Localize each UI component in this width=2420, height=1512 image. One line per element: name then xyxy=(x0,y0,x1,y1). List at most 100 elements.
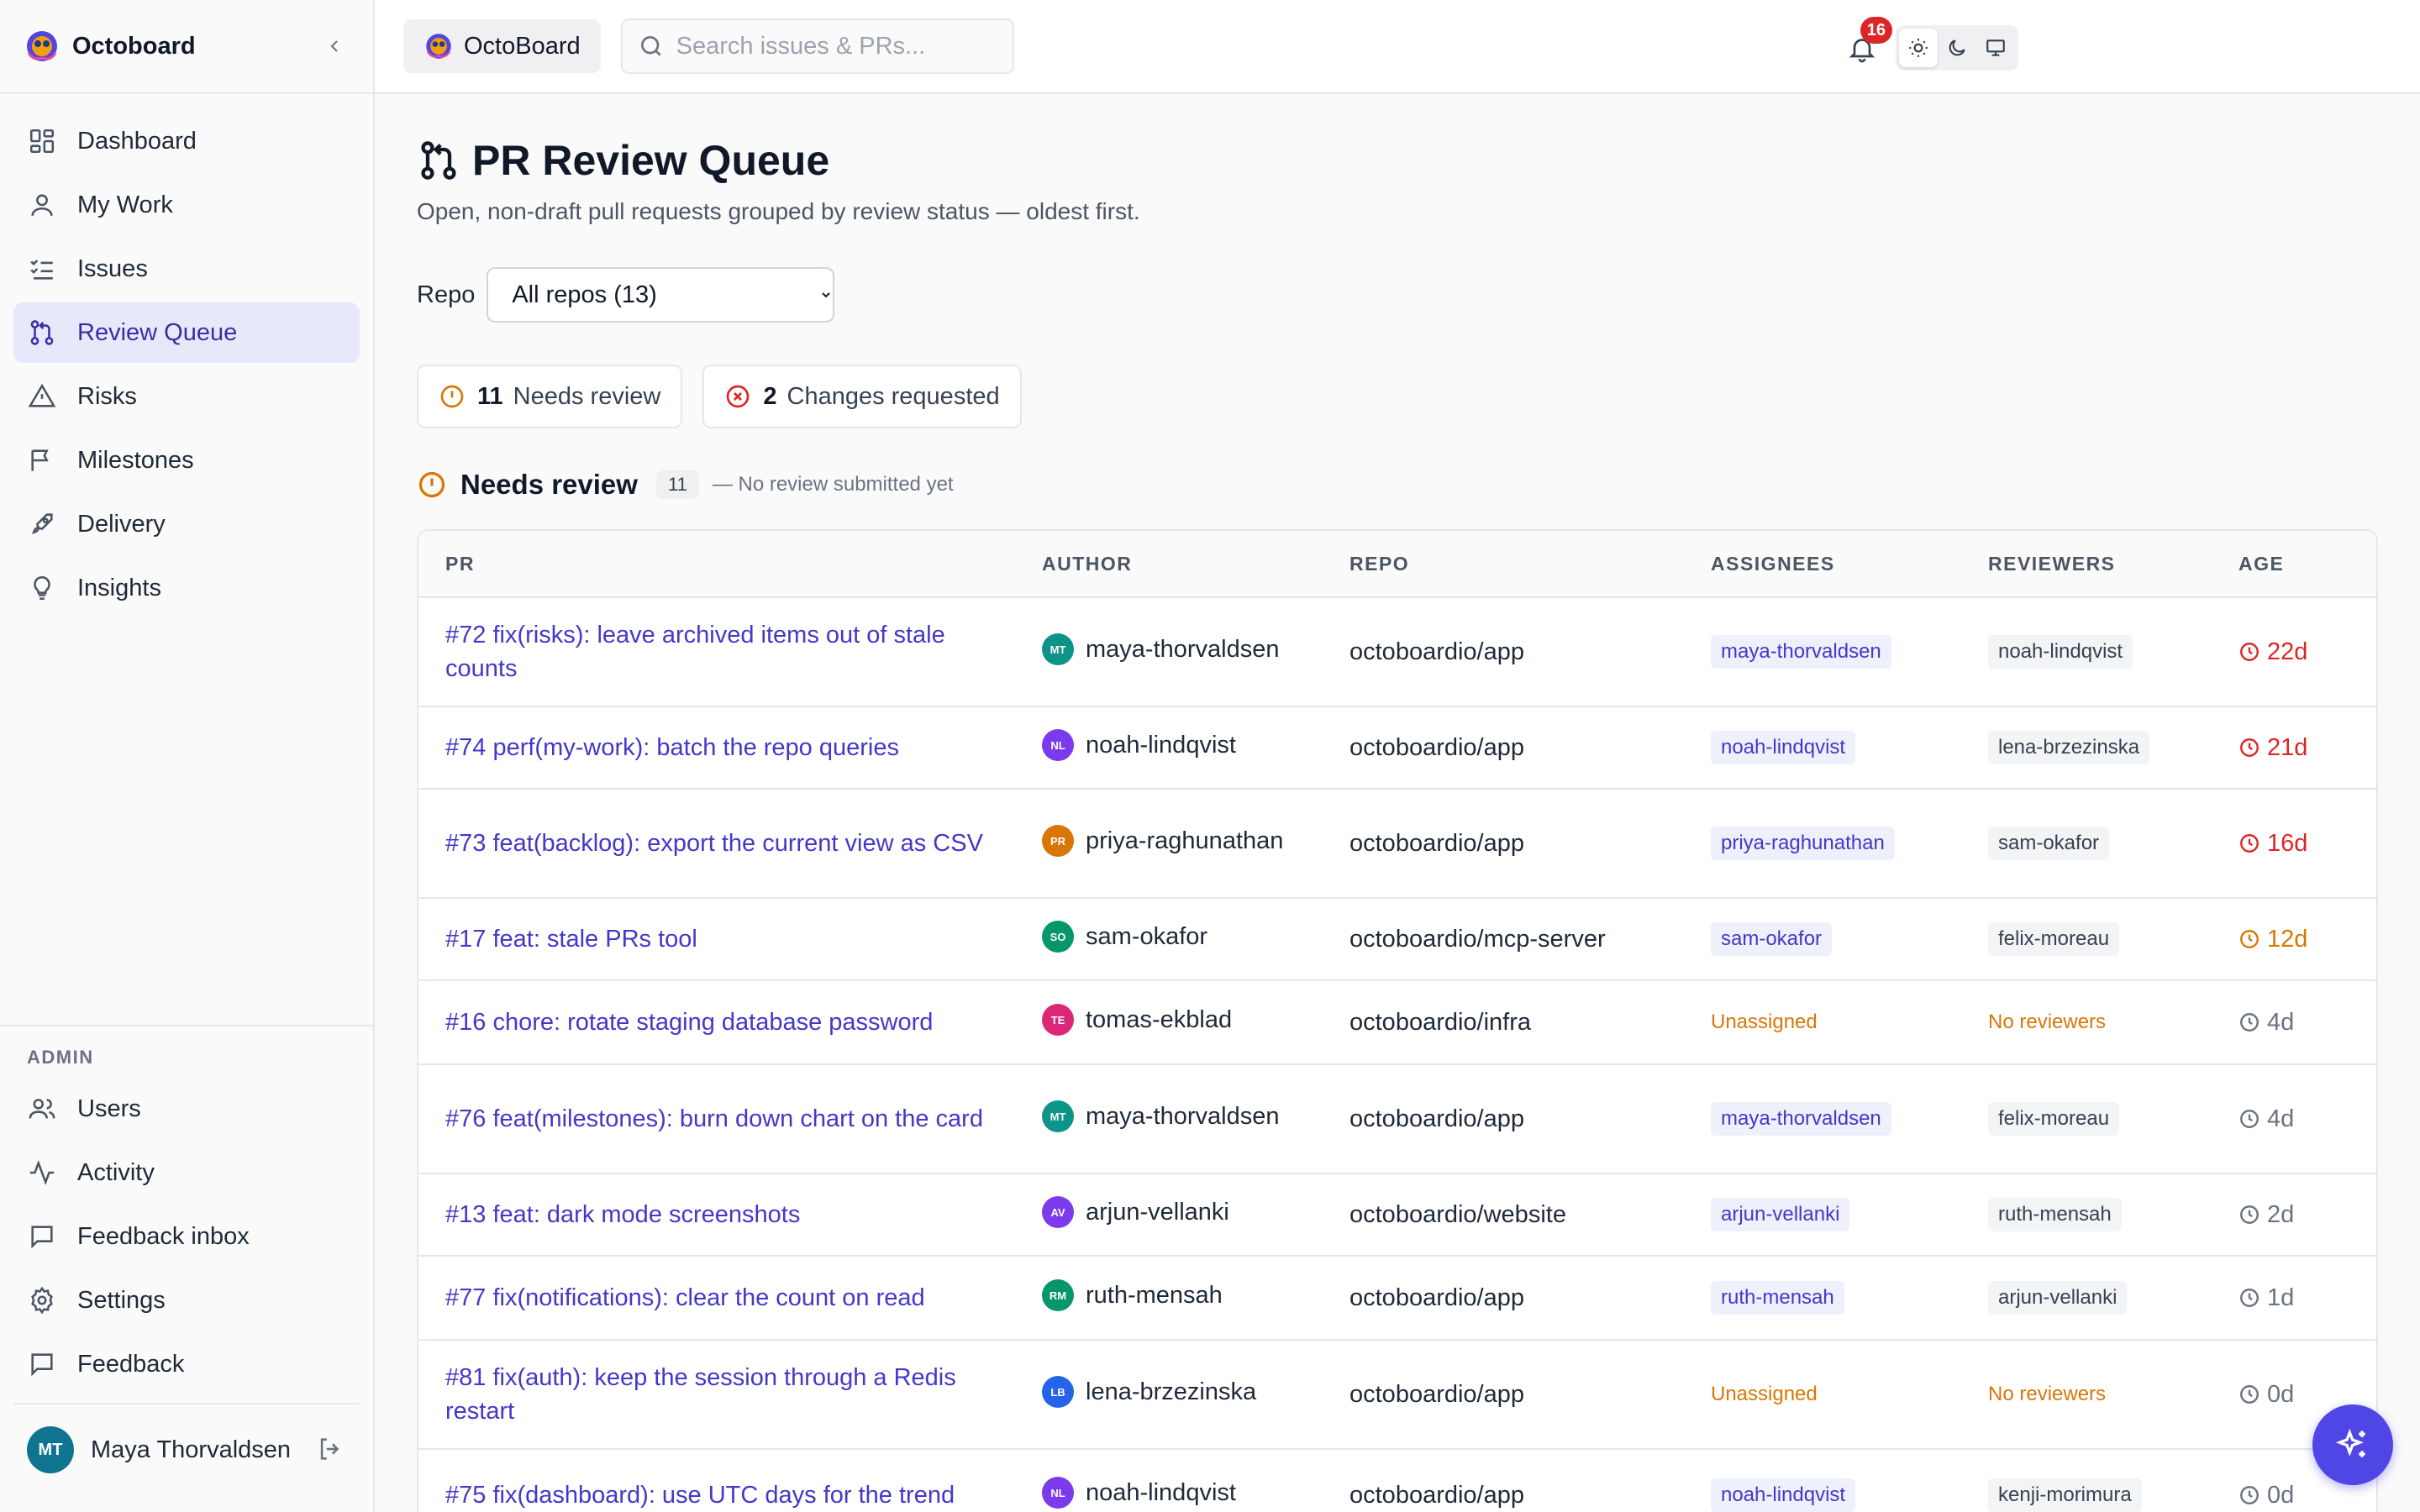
sidebar-item-label: Dashboard xyxy=(77,127,197,155)
rocket-icon xyxy=(32,513,53,534)
reviewer-chip[interactable]: arjun-vellanki xyxy=(1988,1281,2128,1315)
author[interactable]: SO sam-okafor xyxy=(1042,921,1349,953)
sidebar-item-activity[interactable]: Activity xyxy=(13,1142,361,1203)
stat-changes-requested[interactable]: 2 Changes requested xyxy=(702,365,1022,428)
avatar: AV xyxy=(1042,1196,1074,1228)
pr-link[interactable]: #73 feat(backlog): export the current vi… xyxy=(445,830,983,857)
sidebar-item-insights[interactable]: Insights xyxy=(13,558,360,618)
table-row[interactable]: #17 feat: stale PRs tool SO sam-okafor o… xyxy=(418,899,2376,981)
table-row[interactable]: #74 perf(my-work): batch the repo querie… xyxy=(418,707,2376,790)
sidebar-item-delivery[interactable]: Delivery xyxy=(13,494,360,554)
sidebar-item-feedback[interactable]: Feedback xyxy=(13,1334,361,1394)
theme-dark-button[interactable] xyxy=(1938,29,1976,67)
chevron-left-icon xyxy=(330,40,338,52)
pr-link[interactable]: #81 fix(auth): keep the session through … xyxy=(445,1364,956,1425)
sidebar-item-label: Settings xyxy=(77,1286,166,1314)
age-text: 21d xyxy=(2267,733,2308,761)
sidebar-item-settings[interactable]: Settings xyxy=(13,1270,361,1331)
assignee-chip[interactable]: noah-lindqvist xyxy=(1711,1478,1856,1512)
sidebar-item-label: My Work xyxy=(77,191,173,218)
pr-link[interactable]: #72 fix(risks): leave archived items out… xyxy=(445,622,945,682)
message-square-icon xyxy=(31,1226,53,1249)
assignee-chip[interactable]: priya-raghunathan xyxy=(1711,827,1895,860)
avatar: MT xyxy=(1042,633,1074,665)
assignee-chip[interactable]: maya-thorvaldsen xyxy=(1711,635,1891,669)
search-input[interactable] xyxy=(676,32,996,60)
sidebar-item-label: Feedback inbox xyxy=(77,1222,250,1250)
logout-button[interactable] xyxy=(316,1435,346,1465)
sidebar-item-milestones[interactable]: Milestones xyxy=(13,430,360,491)
repo-select[interactable]: All repos (13) xyxy=(487,267,835,323)
reviewer-chip[interactable]: lena-brzezinska xyxy=(1988,731,2150,764)
reviewer-chip[interactable]: noah-lindqvist xyxy=(1988,635,2133,669)
theme-light-button[interactable] xyxy=(1899,29,1938,67)
table-row[interactable]: #81 fix(auth): keep the session through … xyxy=(418,1341,2376,1450)
status-summary: 11 Needs review 2 Changes requested xyxy=(417,365,2378,428)
collapse-sidebar-button[interactable] xyxy=(319,31,350,61)
stat-needs-review[interactable]: 11 Needs review xyxy=(417,365,683,428)
assignee-chip[interactable]: ruth-mensah xyxy=(1711,1281,1844,1315)
pr-link[interactable]: #13 feat: dark mode screenshots xyxy=(445,1201,800,1228)
search-box[interactable] xyxy=(620,18,1014,74)
author[interactable]: NL noah-lindqvist xyxy=(1042,1477,1349,1509)
assignee-chip[interactable]: noah-lindqvist xyxy=(1711,731,1856,764)
workspace-switcher[interactable]: OctoBoard xyxy=(403,19,601,73)
sparkles-icon xyxy=(2335,1428,2365,1457)
table-row[interactable]: #16 chore: rotate staging database passw… xyxy=(418,981,2376,1065)
author[interactable]: NL noah-lindqvist xyxy=(1042,729,1349,761)
author[interactable]: MT maya-thorvaldsen xyxy=(1042,633,1349,665)
column-header-repo[interactable]: REPO xyxy=(1349,553,1711,575)
alert-circle-icon xyxy=(440,385,464,408)
table-row[interactable]: #13 feat: dark mode screenshots AV arjun… xyxy=(418,1174,2376,1257)
assignee-chip[interactable]: arjun-vellanki xyxy=(1711,1198,1850,1231)
table-row[interactable]: #76 feat(milestones): burn down chart on… xyxy=(418,1065,2376,1174)
sun-icon xyxy=(1909,39,1928,57)
reviewer-chip[interactable]: felix-moreau xyxy=(1988,1102,2120,1136)
table-row[interactable]: #73 feat(backlog): export the current vi… xyxy=(418,790,2376,899)
author[interactable]: PR priya-raghunathan xyxy=(1042,825,1349,857)
pr-link[interactable]: #74 perf(my-work): batch the repo querie… xyxy=(445,734,899,761)
sidebar-item-my-work[interactable]: My Work xyxy=(13,175,360,235)
author[interactable]: MT maya-thorvaldsen xyxy=(1042,1100,1349,1132)
flag-icon xyxy=(31,449,49,471)
sidebar-item-review-queue[interactable]: Review Queue xyxy=(13,302,360,363)
ai-assistant-button[interactable] xyxy=(2312,1404,2393,1485)
table-row[interactable]: #75 fix(dashboard): use UTC days for the… xyxy=(418,1450,2376,1512)
pr-link[interactable]: #17 feat: stale PRs tool xyxy=(445,926,697,953)
sidebar-item-feedback-inbox[interactable]: Feedback inbox xyxy=(13,1206,361,1267)
column-header-age[interactable]: AGE xyxy=(2238,553,2376,575)
assignee-chip[interactable]: maya-thorvaldsen xyxy=(1711,1102,1891,1136)
avatar: TE xyxy=(1042,1004,1074,1036)
x-circle-icon xyxy=(727,385,750,408)
author[interactable]: AV arjun-vellanki xyxy=(1042,1196,1349,1228)
reviewer-chip[interactable]: ruth-mensah xyxy=(1988,1198,2122,1231)
column-header-author[interactable]: AUTHOR xyxy=(1013,553,1349,575)
column-header-reviewers[interactable]: REVIEWERS xyxy=(1988,553,2238,575)
pr-link[interactable]: #16 chore: rotate staging database passw… xyxy=(445,1009,933,1036)
sidebar-item-issues[interactable]: Issues xyxy=(13,239,360,299)
sidebar-item-risks[interactable]: Risks xyxy=(13,366,360,427)
column-header-pr[interactable]: PR xyxy=(418,553,1013,575)
author[interactable]: LB lena-brzezinska xyxy=(1042,1376,1349,1408)
reviewer-chip[interactable]: felix-moreau xyxy=(1988,922,2120,956)
avatar: LB xyxy=(1042,1376,1074,1408)
table-row[interactable]: #77 fix(notifications): clear the count … xyxy=(418,1257,2376,1341)
user-profile[interactable]: MT Maya Thorvaldsen xyxy=(13,1403,360,1495)
column-header-assignees[interactable]: ASSIGNEES xyxy=(1711,553,1988,575)
avatar: NL xyxy=(1042,729,1074,761)
sidebar-item-dashboard[interactable]: Dashboard xyxy=(13,111,360,171)
repo-name: octoboardio/infra xyxy=(1349,1008,1532,1036)
author[interactable]: RM ruth-mensah xyxy=(1042,1279,1349,1311)
pr-link[interactable]: #77 fix(notifications): clear the count … xyxy=(445,1284,925,1311)
notifications-button[interactable]: 16 xyxy=(1837,17,1892,74)
pr-link[interactable]: #75 fix(dashboard): use UTC days for the… xyxy=(445,1482,955,1509)
theme-system-button[interactable] xyxy=(1976,29,2015,67)
sidebar-item-users[interactable]: Users xyxy=(13,1079,361,1139)
pr-link[interactable]: #76 feat(milestones): burn down chart on… xyxy=(445,1105,983,1132)
sidebar-item-label: Users xyxy=(77,1095,141,1122)
author[interactable]: TE tomas-ekblad xyxy=(1042,1004,1349,1036)
table-row[interactable]: #72 fix(risks): leave archived items out… xyxy=(418,598,2376,707)
reviewer-chip[interactable]: sam-okafor xyxy=(1988,827,2110,860)
reviewer-chip[interactable]: kenji-morimura xyxy=(1988,1478,2142,1512)
assignee-chip[interactable]: sam-okafor xyxy=(1711,922,1833,956)
